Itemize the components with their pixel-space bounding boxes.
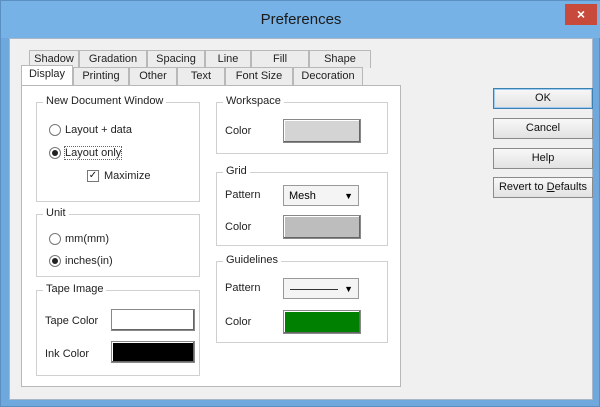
workspace-color-button[interactable] <box>283 119 361 143</box>
tab-row-front: Display Printing Other Text Font Size De… <box>21 65 363 85</box>
guidelines-color-button[interactable] <box>283 310 361 334</box>
tape-color-button[interactable] <box>111 309 195 331</box>
cancel-button[interactable]: Cancel <box>493 118 593 139</box>
close-button[interactable]: × <box>565 4 597 25</box>
new-document-window-title: New Document Window <box>43 95 167 107</box>
layout-data-radio[interactable] <box>49 124 61 136</box>
grid-color-button[interactable] <box>283 215 361 239</box>
revert-to-defaults-button[interactable]: Revert to Defaults <box>493 177 593 198</box>
workspace-group: Workspace Color <box>216 95 388 154</box>
unit-title: Unit <box>43 207 69 219</box>
ok-button[interactable]: OK <box>493 88 593 109</box>
tab-fill[interactable]: Fill <box>251 50 309 68</box>
grid-pattern-value: Mesh <box>289 190 316 202</box>
new-document-window-group: New Document Window Layout + data Layout… <box>36 95 200 202</box>
grid-pattern-select[interactable]: Mesh ▼ <box>283 185 359 206</box>
layout-data-label[interactable]: Layout + data <box>65 124 132 136</box>
maximize-label[interactable]: Maximize <box>104 170 150 182</box>
unit-group: Unit mm(mm) inches(in) <box>36 207 200 277</box>
revert-suffix: efaults <box>554 181 588 193</box>
grid-pattern-label: Pattern <box>225 189 261 201</box>
guidelines-group: Guidelines Pattern ▼ Color <box>216 254 388 343</box>
tab-shape[interactable]: Shape <box>309 50 371 68</box>
guidelines-title: Guidelines <box>223 254 281 266</box>
tab-gradation[interactable]: Gradation <box>79 50 147 68</box>
layout-only-radio[interactable] <box>49 147 61 159</box>
layout-only-label[interactable]: Layout only <box>63 146 123 160</box>
tape-image-group: Tape Image Tape Color Ink Color <box>36 283 200 376</box>
tab-line[interactable]: Line <box>205 50 251 68</box>
mm-radio[interactable] <box>49 233 61 245</box>
guidelines-pattern-select[interactable]: ▼ <box>283 278 359 299</box>
maximize-checkbox[interactable]: ✓ <box>87 170 99 182</box>
workspace-title: Workspace <box>223 95 284 107</box>
revert-prefix: Revert to <box>498 181 547 193</box>
window-title: Preferences <box>260 11 342 28</box>
guidelines-pattern-label: Pattern <box>225 282 261 294</box>
tab-spacing[interactable]: Spacing <box>147 50 205 68</box>
tape-color-label: Tape Color <box>45 315 99 327</box>
tab-text[interactable]: Text <box>177 67 225 85</box>
tab-font-size[interactable]: Font Size <box>225 67 293 85</box>
grid-color-label: Color <box>225 221 252 233</box>
inches-label[interactable]: inches(in) <box>65 255 113 267</box>
tab-other[interactable]: Other <box>129 67 177 85</box>
mm-label[interactable]: mm(mm) <box>65 233 109 245</box>
tab-display[interactable]: Display <box>21 65 73 85</box>
grid-group: Grid Pattern Mesh ▼ Color <box>216 165 388 246</box>
preferences-window: Preferences × Shadow Gradation Spacing L… <box>0 0 600 407</box>
help-button[interactable]: Help <box>493 148 593 169</box>
ink-color-button[interactable] <box>111 341 195 363</box>
title-bar[interactable]: Preferences × <box>1 1 600 38</box>
guidelines-color-label: Color <box>225 316 252 328</box>
chevron-down-icon: ▼ <box>344 191 353 201</box>
inches-radio[interactable] <box>49 255 61 267</box>
tape-image-title: Tape Image <box>43 283 107 295</box>
tab-row-back: Shadow Gradation Spacing Line Fill Shape <box>29 50 371 68</box>
solid-line-icon <box>290 289 338 290</box>
chevron-down-icon: ▼ <box>344 284 353 294</box>
tab-printing[interactable]: Printing <box>73 67 129 85</box>
workspace-color-label: Color <box>225 125 252 137</box>
grid-title: Grid <box>223 165 250 177</box>
display-tab-panel: New Document Window Layout + data Layout… <box>21 85 401 387</box>
revert-mnemonic: D <box>546 181 555 193</box>
tab-decoration[interactable]: Decoration <box>293 67 363 85</box>
ink-color-label: Ink Color <box>45 348 90 360</box>
